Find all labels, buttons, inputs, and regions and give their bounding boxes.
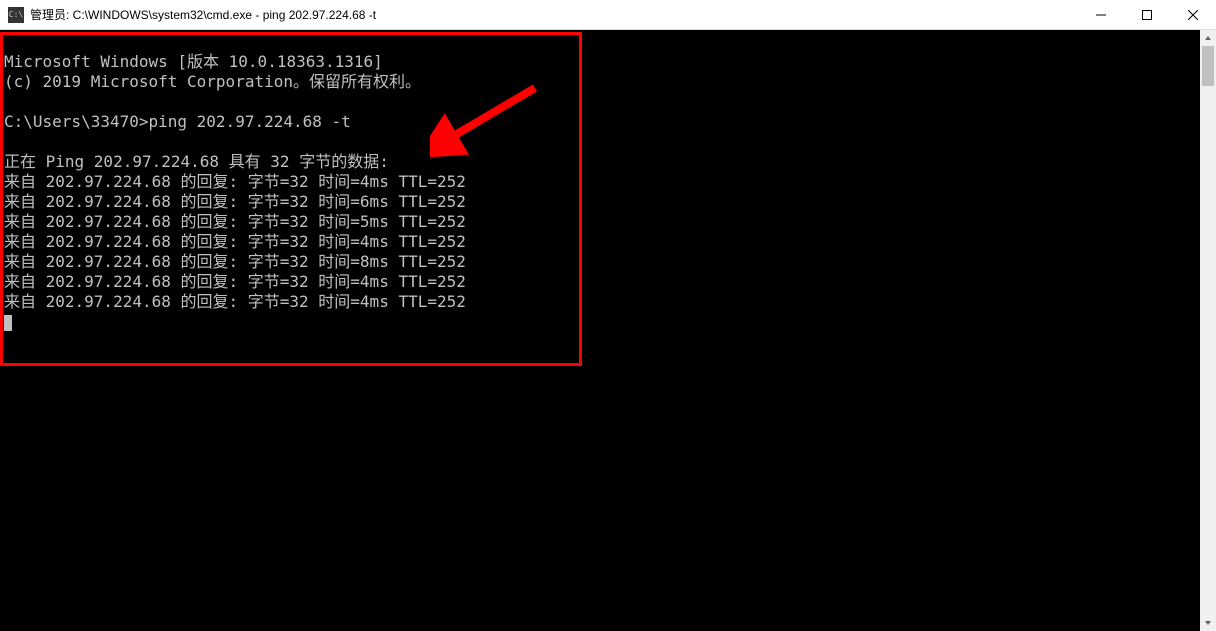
ping-reply-line: 来自 202.97.224.68 的回复: 字节=32 时间=5ms TTL=2… bbox=[4, 212, 466, 231]
scrollbar-up-button[interactable] bbox=[1200, 30, 1216, 46]
window-title: 管理员: C:\WINDOWS\system32\cmd.exe - ping … bbox=[30, 6, 1078, 23]
window-controls bbox=[1078, 0, 1216, 29]
console-area: Microsoft Windows [版本 10.0.18363.1316] (… bbox=[0, 30, 1216, 631]
cmd-icon: C:\ bbox=[8, 7, 24, 23]
ping-reply-line: 来自 202.97.224.68 的回复: 字节=32 时间=6ms TTL=2… bbox=[4, 192, 466, 211]
console-output[interactable]: Microsoft Windows [版本 10.0.18363.1316] (… bbox=[0, 30, 1200, 631]
vertical-scrollbar[interactable] bbox=[1200, 30, 1216, 631]
close-button[interactable] bbox=[1170, 0, 1216, 29]
minimize-icon bbox=[1096, 10, 1106, 20]
scrollbar-down-button[interactable] bbox=[1200, 615, 1216, 631]
cursor bbox=[4, 315, 12, 331]
close-icon bbox=[1188, 10, 1198, 20]
version-line: Microsoft Windows [版本 10.0.18363.1316] bbox=[4, 52, 383, 71]
maximize-button[interactable] bbox=[1124, 0, 1170, 29]
chevron-up-icon bbox=[1204, 34, 1212, 42]
copyright-line: (c) 2019 Microsoft Corporation。保留所有权利。 bbox=[4, 72, 421, 91]
minimize-button[interactable] bbox=[1078, 0, 1124, 29]
ping-header-line: 正在 Ping 202.97.224.68 具有 32 字节的数据: bbox=[4, 152, 389, 171]
ping-reply-line: 来自 202.97.224.68 的回复: 字节=32 时间=4ms TTL=2… bbox=[4, 172, 466, 191]
maximize-icon bbox=[1142, 10, 1152, 20]
prompt-line: C:\Users\33470>ping 202.97.224.68 -t bbox=[4, 112, 351, 131]
cmd-window: C:\ 管理员: C:\WINDOWS\system32\cmd.exe - p… bbox=[0, 0, 1216, 631]
titlebar[interactable]: C:\ 管理员: C:\WINDOWS\system32\cmd.exe - p… bbox=[0, 0, 1216, 30]
ping-reply-line: 来自 202.97.224.68 的回复: 字节=32 时间=4ms TTL=2… bbox=[4, 232, 466, 251]
ping-reply-line: 来自 202.97.224.68 的回复: 字节=32 时间=4ms TTL=2… bbox=[4, 292, 466, 311]
ping-reply-line: 来自 202.97.224.68 的回复: 字节=32 时间=8ms TTL=2… bbox=[4, 252, 466, 271]
chevron-down-icon bbox=[1204, 619, 1212, 627]
scrollbar-thumb[interactable] bbox=[1202, 46, 1214, 86]
ping-reply-line: 来自 202.97.224.68 的回复: 字节=32 时间=4ms TTL=2… bbox=[4, 272, 466, 291]
